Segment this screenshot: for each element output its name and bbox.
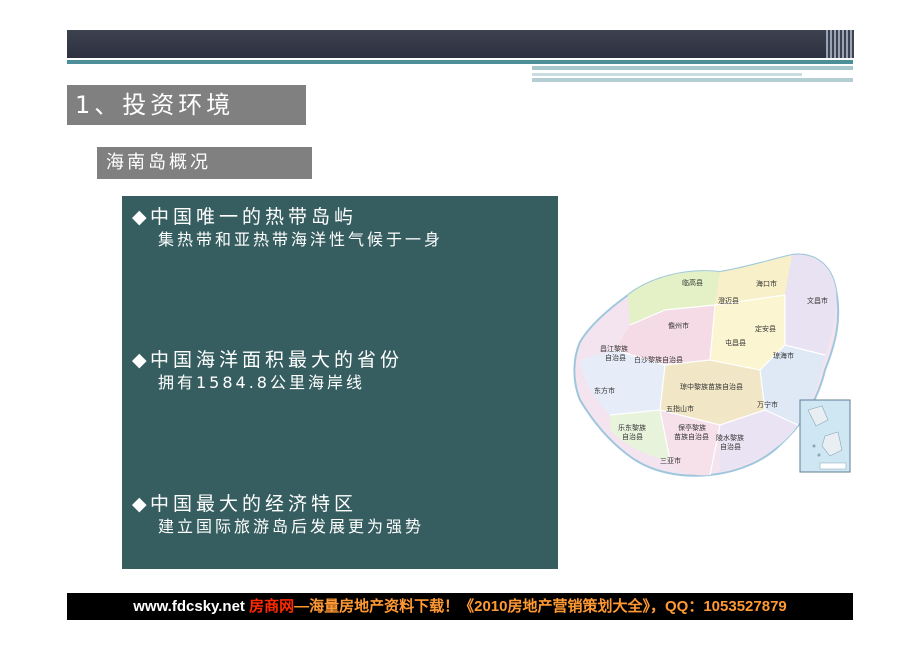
map-label: 海口市 [756,279,777,288]
map-label: 定安县 [755,324,776,333]
map-label: 东方市 [594,386,615,395]
map-label: 苗族自治县 [674,432,709,441]
map-label: 五指山市 [666,404,694,413]
highlight-heading: 中国最大的经济特区 [150,493,358,515]
subsection-title: 海南岛概况 [97,147,312,179]
diamond-bullet-icon: ◆ [132,493,151,515]
map-label: 白沙黎族自治县 [634,355,683,364]
highlight-item: ◆中国唯一的热带岛屿 集热带和亚热带海洋性气候于一身 [132,205,443,251]
highlight-heading: 中国唯一的热带岛屿 [150,206,358,228]
map-label: 琼中黎族苗族自治县 [680,382,743,391]
diamond-bullet-icon: ◆ [132,206,151,228]
hainan-map: 临高县 海口市 文昌市 澄迈县 儋州市 定安县 屯昌县 昌江黎族 自治县 白沙黎… [573,253,851,477]
map-label: 陵水黎族 [716,433,744,442]
highlight-detail: 拥有1584.8公里海岸线 [158,373,365,392]
map-label: 儋州市 [668,321,689,330]
footer-brand: 房商网 [249,598,295,615]
footer-banner: www.fdcsky.net 房商网—海量房地产资料下载！《2010房地产营销策… [67,593,853,620]
header-stripes [826,30,854,58]
map-label: 琼海市 [773,351,794,360]
divider-light [532,78,853,82]
highlights-panel: ◆中国唯一的热带岛屿 集热带和亚热带海洋性气候于一身 ◆中国海洋面积最大的省份 … [122,196,558,569]
map-label: 临高县 [682,278,703,287]
divider-teal [67,60,853,64]
map-label: 昌江黎族 [600,344,628,353]
map-label: 自治县 [720,442,741,451]
highlight-heading: 中国海洋面积最大的省份 [150,349,404,371]
map-label: 三亚市 [660,456,681,465]
highlight-detail: 集热带和亚热带海洋性气候于一身 [158,230,444,249]
header-bar [67,30,853,58]
map-label: 万宁市 [757,400,778,409]
divider-light [532,66,853,70]
footer-ad-text: —海量房地产资料下载！《2010房地产营销策划大全》，QQ：1053527879 [294,598,787,615]
map-label: 自治县 [605,353,626,362]
map-label: 文昌市 [807,296,828,305]
divider-light [532,73,802,76]
map-label: 自治县 [622,432,643,441]
map-label: 乐东黎族 [618,423,646,432]
map-label: 澄迈县 [718,296,739,305]
highlight-detail: 建立国际旅游岛后发展更为强势 [158,517,425,536]
highlight-item: ◆中国最大的经济特区 建立国际旅游岛后发展更为强势 [132,492,424,538]
highlight-item: ◆中国海洋面积最大的省份 拥有1584.8公里海岸线 [132,348,403,394]
inset-map [799,399,851,473]
map-label: 保亭黎族 [678,423,706,432]
footer-site-link[interactable]: www.fdcsky.net [133,598,249,615]
section-title: 1、投资环境 [67,85,306,125]
diamond-bullet-icon: ◆ [132,349,151,371]
map-label: 屯昌县 [725,338,746,347]
